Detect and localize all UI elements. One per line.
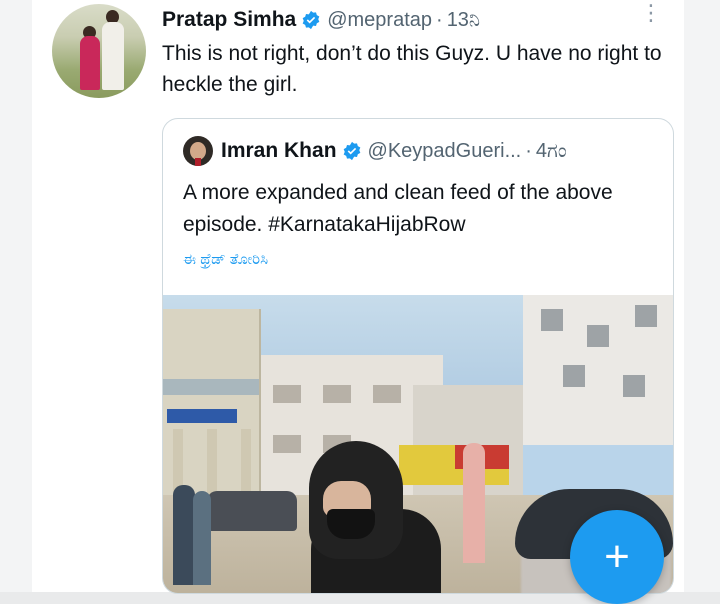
tweet-header: Pratap Simha @mepratap · 13ನಿ bbox=[162, 6, 480, 34]
verified-badge-icon bbox=[302, 10, 320, 30]
tweet-card[interactable]: Pratap Simha @mepratap · 13ನಿ ⋮ This is … bbox=[32, 0, 684, 594]
verified-badge-icon bbox=[343, 141, 360, 161]
author-handle[interactable]: @mepratap bbox=[327, 9, 432, 32]
more-options-icon[interactable]: ⋮ bbox=[640, 2, 662, 24]
quoted-tweet-header: Imran Khan @KeypadGueri... · 4ಗಂ bbox=[183, 135, 567, 167]
quoted-tweet-text: A more expanded and clean feed of the ab… bbox=[183, 181, 613, 236]
quoted-tweet-timestamp[interactable]: 4ಗಂ bbox=[536, 140, 567, 163]
separator-dot: · bbox=[525, 139, 532, 162]
right-gutter bbox=[684, 0, 720, 604]
author-name[interactable]: Pratap Simha bbox=[162, 8, 296, 32]
compose-plus-icon[interactable]: + bbox=[570, 510, 664, 604]
separator-dot: · bbox=[436, 8, 443, 31]
author-avatar[interactable] bbox=[52, 4, 146, 98]
show-thread-link[interactable]: ಈ ಥ್ರೆಡ್ ತೋರಿಸಿ bbox=[183, 251, 268, 268]
quoted-author-name[interactable]: Imran Khan bbox=[221, 139, 337, 163]
quoted-author-avatar[interactable] bbox=[183, 136, 213, 166]
tweet-text: This is not right, don’t do this Guyz. U… bbox=[162, 42, 662, 96]
tweet-timestamp[interactable]: 13ನಿ bbox=[447, 9, 480, 32]
quoted-author-handle[interactable]: @KeypadGueri... bbox=[368, 140, 522, 163]
left-gutter bbox=[0, 0, 32, 604]
